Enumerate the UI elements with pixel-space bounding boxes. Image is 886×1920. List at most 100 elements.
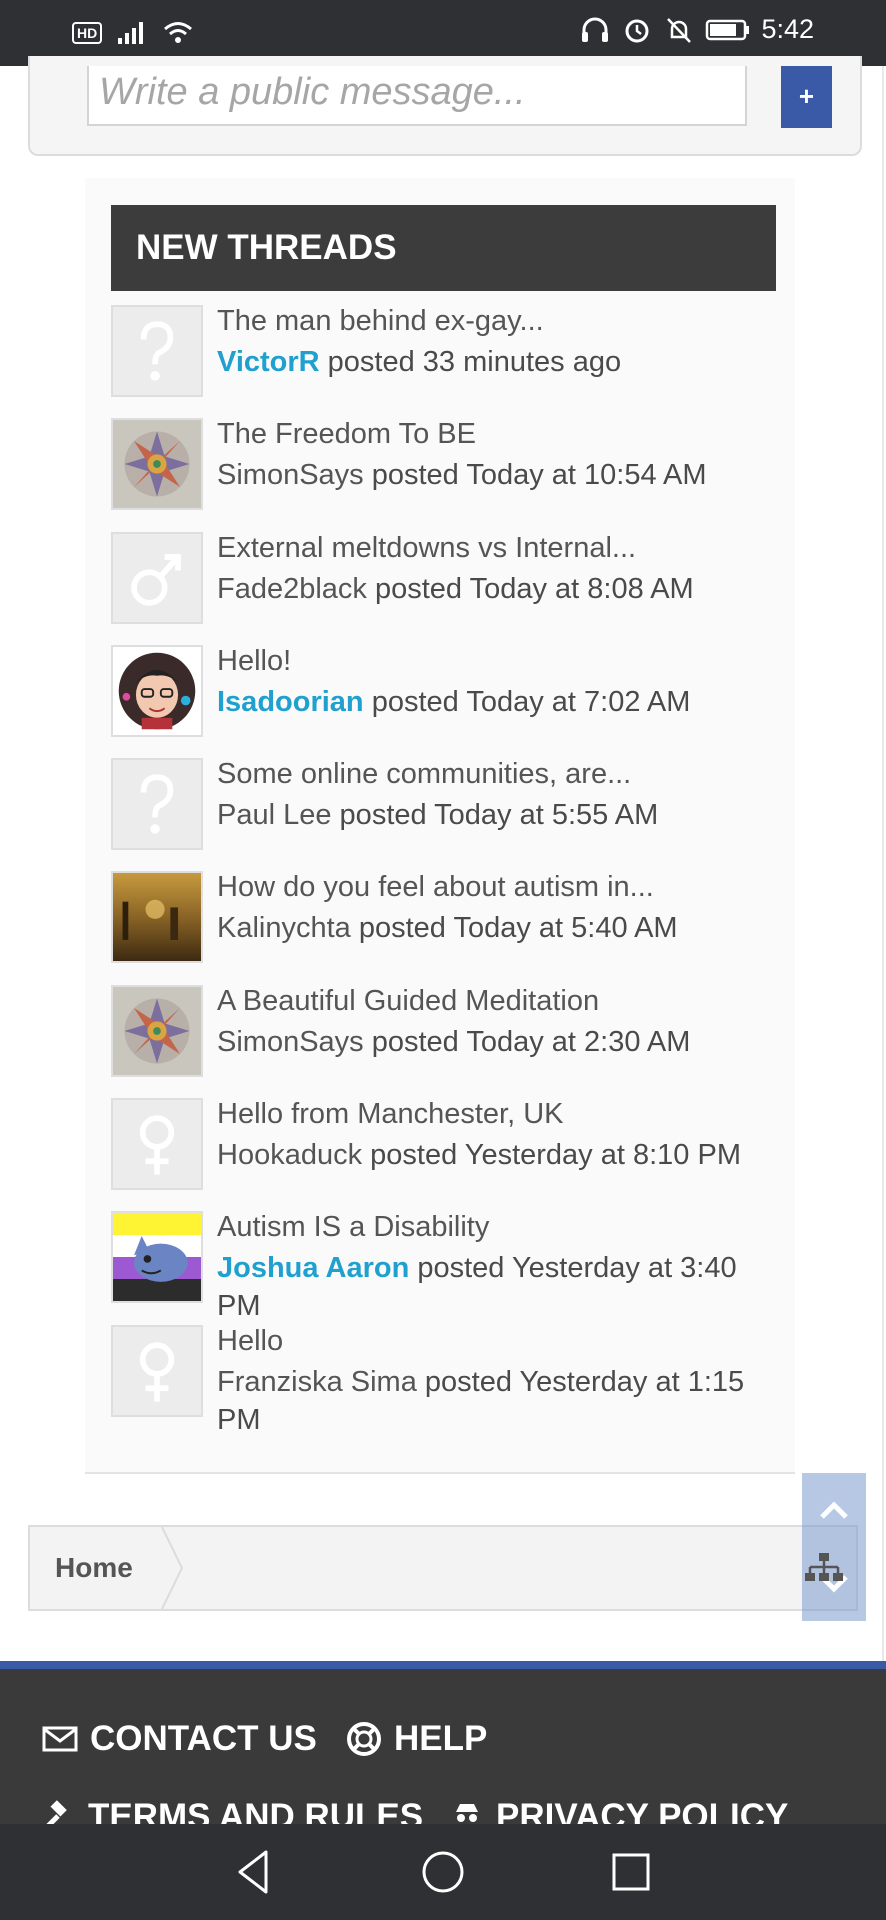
thread-item[interactable]: External meltdowns vs Internal... Fade2bl… [111,531,791,645]
thread-meta: SimonSays posted Today at 2:30 AM [217,1023,787,1061]
thread-title[interactable]: How do you feel about autism in... [217,871,654,904]
sitemap-icon[interactable] [804,1552,844,1586]
thread-meta: Joshua Aaron posted Yesterday at 3:40 PM [217,1249,787,1325]
thread-verb: posted [331,799,435,832]
mandala-avatar[interactable] [111,418,203,511]
thread-verb: posted [363,459,467,492]
thread-item[interactable]: Autism IS a Disability Joshua Aaron poste… [111,1211,791,1324]
thread-item[interactable]: The Freedom To BE SimonSays posted Today … [111,418,791,531]
page-edge [882,66,884,1661]
male-symbol-icon[interactable] [111,531,203,624]
thread-meta: SimonSays posted Today at 10:54 AM [217,456,787,494]
thread-verb: posted [362,1139,465,1172]
thread-list: The man behind ex-gay... VictorR posted 3… [111,305,791,1438]
thread-verb: posted [366,572,470,605]
thread-item[interactable]: Hello Franziska Sima posted Yesterday at … [111,1324,791,1438]
thread-author[interactable]: Joshua Aaron [217,1252,409,1284]
flag-creature-avatar[interactable] [111,1211,203,1304]
thread-author[interactable]: VictorR [217,346,320,378]
post-message-button[interactable]: + [781,66,832,128]
thread-time[interactable]: Today at 5:40 AM [453,912,677,944]
thread-title[interactable]: Hello! [217,645,291,678]
thread-time[interactable]: 33 minutes ago [423,346,621,378]
thread-title[interactable]: A Beautiful Guided Meditation [217,985,599,1018]
female-symbol-icon[interactable] [111,1324,203,1417]
spy-icon [456,1804,478,1822]
scroll-top-button[interactable] [802,1473,866,1547]
thread-author[interactable]: Isadoorian [217,686,364,718]
thread-item[interactable]: Some online communities, are... Paul Lee … [111,758,791,871]
lifebuoy-icon [347,1722,381,1756]
thread-author[interactable]: Kalinychta [217,912,351,944]
recents-icon[interactable] [605,1846,657,1898]
thread-title[interactable]: The Freedom To BE [217,418,476,451]
thread-time[interactable]: Today at 5:55 AM [434,799,658,831]
thread-meta: Isadoorian posted Today at 7:02 AM [217,683,787,721]
thread-verb: posted [363,685,467,718]
wifi-icon [164,22,193,43]
thread-meta: Kalinychta posted Today at 5:40 AM [217,909,787,947]
thread-author[interactable]: Hookaduck [217,1139,362,1171]
battery-icon [706,19,750,40]
alarm-icon [625,19,649,42]
contact-us-link[interactable]: CONTACT US [42,1719,317,1759]
thread-author[interactable]: Fade2black [217,573,367,605]
envelope-icon [42,1726,78,1752]
question-mark-icon[interactable] [111,305,203,397]
thread-time[interactable]: Yesterday at 8:10 PM [465,1139,741,1171]
thread-item[interactable]: Hello from Manchester, UK Hookaduck poste… [111,1098,791,1211]
painting-avatar[interactable] [111,871,203,964]
breadcrumb-separator-icon [161,1527,184,1609]
thread-author[interactable]: Franziska Sima [217,1366,417,1398]
thread-meta: Fade2black posted Today at 8:08 AM [217,570,787,608]
privacy-label: PRIVACY POLICY [496,1797,789,1824]
thread-item[interactable]: The man behind ex-gay... VictorR posted 3… [111,305,791,418]
question-mark-icon[interactable] [111,758,203,851]
thread-time[interactable]: Today at 8:08 AM [470,573,694,605]
gavel-icon [46,1800,67,1824]
thread-title[interactable]: Hello from Manchester, UK [217,1098,564,1131]
thread-title[interactable]: External meltdowns vs Internal... [217,532,636,565]
thread-item[interactable]: Hello! Isadoorian posted Today at 7:02 AM [111,644,791,758]
headphones-icon [582,17,609,42]
thread-verb: posted [350,912,454,945]
home-icon[interactable] [417,1846,469,1898]
thread-time[interactable]: Today at 10:54 AM [466,459,706,491]
new-threads-heading: NEW THREADS [111,205,776,291]
back-icon[interactable] [228,1846,280,1898]
breadcrumb-home[interactable]: Home [55,1527,133,1609]
breadcrumb: Home [28,1525,858,1611]
footer: CONTACT US HELP TERMS AND RULES PRIVACY … [0,1669,886,1824]
thread-verb: posted [416,1365,520,1398]
thread-item[interactable]: How do you feel about autism in... Kaliny… [111,871,791,984]
status-right: 5:42 [579,14,814,45]
signal-icon [118,22,144,44]
system-nav-bar [0,1824,886,1920]
thread-title[interactable]: The man behind ex-gay... [217,305,544,338]
thread-title[interactable]: Some online communities, are... [217,758,631,791]
clock: 5:42 [761,14,814,44]
thread-item[interactable]: A Beautiful Guided Meditation SimonSays p… [111,984,791,1098]
privacy-link[interactable]: PRIVACY POLICY [450,1797,788,1824]
help-link[interactable]: HELP [346,1719,487,1759]
thread-author[interactable]: Paul Lee [217,799,332,831]
thread-author[interactable]: SimonSays [217,459,364,491]
terms-link[interactable]: TERMS AND RULES [42,1797,423,1824]
cartoon-portrait-avatar[interactable] [111,644,203,737]
thread-meta: Hookaduck posted Yesterday at 8:10 PM [217,1136,787,1174]
thread-title[interactable]: Autism IS a Disability [217,1211,489,1244]
thread-time[interactable]: Today at 7:02 AM [466,686,690,718]
help-label: HELP [394,1719,488,1758]
terms-label: TERMS AND RULES [88,1797,424,1824]
thread-author[interactable]: SimonSays [217,1026,364,1058]
mandala-avatar[interactable] [111,984,203,1077]
status-left: HD [72,18,194,48]
thread-meta: VictorR posted 33 minutes ago [217,343,787,381]
thread-title[interactable]: Hello [217,1325,283,1358]
contact-us-label: CONTACT US [90,1719,317,1758]
thread-verb: posted [319,346,423,378]
female-symbol-icon[interactable] [111,1098,203,1191]
thread-verb: posted [409,1252,512,1285]
thread-time[interactable]: Today at 2:30 AM [466,1026,690,1058]
public-message-input[interactable]: Write a public message... [87,66,747,126]
